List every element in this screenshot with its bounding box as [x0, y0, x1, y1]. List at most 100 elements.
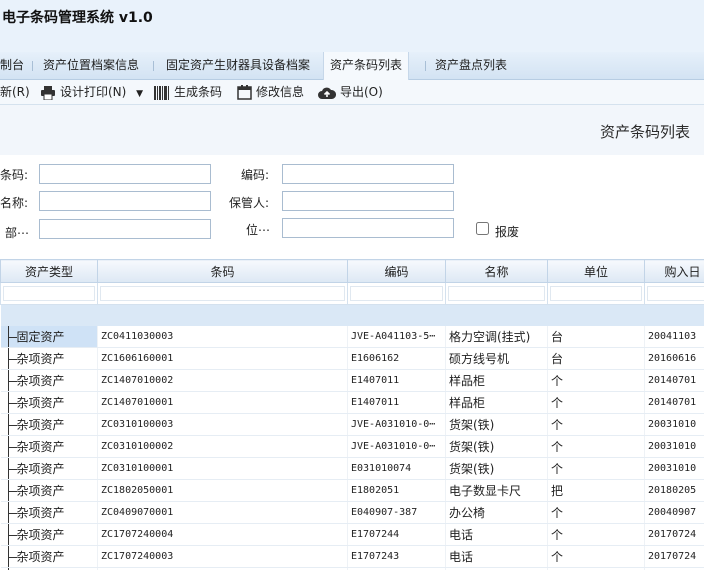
toolbar: 新(R) 设计打印(N) ▼ 生成条码 修改信息 导出(O) — [0, 80, 704, 105]
cell-unit: 个 — [547, 435, 645, 458]
table-row[interactable]: 杂项资产 ZC0310100002 JVE-A031010-0⋯ 货架(铁) 个 2003… — [0, 435, 704, 458]
cell-code: JVE-A031010-0⋯ — [347, 413, 446, 436]
cell-type: 杂项资产 — [0, 369, 98, 392]
cell-type: 杂项资产 — [0, 523, 98, 546]
col-purchase-date[interactable]: 购入日 — [644, 259, 704, 283]
generate-barcode-label: 生成条码 — [174, 85, 223, 99]
generate-barcode-button[interactable]: 生成条码 — [154, 80, 222, 104]
tab-dashboard[interactable]: 制台 — [0, 52, 24, 79]
tab-asset-location[interactable]: 资产位置档案信息 — [43, 52, 139, 79]
table-row[interactable]: 杂项资产 ZC1707240003 E1707243 电话个 20170724 — [0, 545, 704, 568]
cell-name: 电子数显卡尺 — [445, 479, 548, 502]
table-row[interactable]: 杂项资产 ZC1606160001 E1606162 硕方线号机台 20160616 — [0, 347, 704, 370]
cell-code: E1407011 — [347, 369, 446, 392]
tab-asset-barcode-list[interactable]: 资产条码列表 — [323, 52, 410, 80]
filter-cell[interactable] — [644, 282, 704, 305]
table-row[interactable]: 固定资产 ZC0411030003 JVE-A041103-5⋯ 格力空调(挂式) 台 2… — [0, 326, 704, 348]
cell-code: E1407011 — [347, 391, 446, 414]
name-input[interactable] — [39, 191, 211, 211]
cell-unit: 把 — [547, 479, 645, 502]
design-print-button[interactable]: 设计打印(N) ▼ — [40, 80, 143, 104]
filter-cell[interactable] — [0, 282, 98, 305]
table-row[interactable]: 杂项资产 ZC0310100001 E031010074 货架(铁) 个 20031010 — [0, 457, 704, 480]
code-input[interactable] — [282, 164, 454, 184]
cell-code: E1707243 — [347, 545, 446, 568]
group-spacer-row — [0, 304, 704, 326]
cell-type: 杂项资产 — [0, 413, 98, 436]
table-row[interactable]: 杂项资产 ZC0409070001 E040907-387 办公椅个 20040907 — [0, 501, 704, 524]
barcode-label: 条码: — [0, 168, 29, 182]
table-row[interactable]: 杂项资产 ZC1802050001 E1802051 电子数显卡尺把 20180205 — [0, 479, 704, 502]
cell-unit: 个 — [547, 501, 645, 524]
col-name[interactable]: 名称 — [445, 259, 548, 283]
cell-barcode: ZC0411030003 — [97, 326, 348, 348]
asset-table: 资产类型 条码 编码 名称 单位 购入日 固定资产 ZC0411030003 JVE… — [0, 259, 704, 570]
refresh-label: 新(R) — [0, 85, 30, 99]
page-title: 资产条码列表 — [599, 123, 690, 141]
cloud-upload-icon — [318, 87, 336, 99]
cell-barcode: ZC0310100002 — [97, 435, 348, 458]
cell-date: 20031010 — [644, 413, 704, 436]
cell-name: 货架(铁) — [445, 435, 548, 458]
tab-separator — [425, 61, 428, 71]
barcode-input[interactable] — [39, 164, 211, 184]
tab-asset-inventory-list[interactable]: 资产盘点列表 — [435, 52, 507, 79]
tab-fixed-asset-archive[interactable]: 固定资产生财器具设备档案 — [166, 52, 310, 79]
printer-icon — [41, 85, 55, 100]
cell-barcode: ZC1707240004 — [97, 523, 348, 546]
cell-name: 电话 — [445, 545, 548, 568]
refresh-button[interactable]: 新(R) — [0, 80, 30, 104]
cell-unit: 个 — [547, 369, 645, 392]
cell-unit: 个 — [547, 545, 645, 568]
cell-type: 杂项资产 — [0, 545, 98, 568]
cell-unit: 台 — [547, 326, 645, 348]
cell-date: 20180205 — [644, 479, 704, 502]
table-row[interactable]: 杂项资产 ZC1707240004 E1707244 电话个 20170724 — [0, 523, 704, 546]
cell-code: E040907-387 — [347, 501, 446, 524]
scrap-checkbox[interactable] — [476, 222, 489, 235]
table-row[interactable]: 杂项资产 ZC1407010002 E1407011 样品柜个 20140701 — [0, 369, 704, 392]
cell-date: 20160616 — [644, 347, 704, 370]
cell-barcode: ZC1707240003 — [97, 545, 348, 568]
cell-name: 样品柜 — [445, 391, 548, 414]
keeper-input[interactable] — [282, 191, 454, 211]
barcode-icon — [154, 85, 169, 100]
col-unit[interactable]: 单位 — [547, 259, 645, 283]
filter-row — [0, 282, 704, 305]
filter-cell[interactable] — [445, 282, 548, 305]
name-label: 名称: — [0, 196, 29, 210]
cell-barcode: ZC1407010001 — [97, 391, 348, 414]
filter-cell[interactable] — [547, 282, 645, 305]
filter-cell[interactable] — [347, 282, 446, 305]
cell-barcode: ZC0409070001 — [97, 501, 348, 524]
cell-code: E1606162 — [347, 347, 446, 370]
cell-name: 货架(铁) — [445, 457, 548, 480]
export-label: 导出(O) — [340, 85, 383, 99]
department-input[interactable] — [39, 219, 211, 239]
cell-barcode: ZC1802050001 — [97, 479, 348, 502]
cell-type: 杂项资产 — [0, 391, 98, 414]
edit-info-label: 修改信息 — [256, 85, 305, 99]
export-button[interactable]: 导出(O) — [318, 80, 383, 104]
col-barcode[interactable]: 条码 — [97, 259, 348, 283]
cell-name: 办公椅 — [445, 501, 548, 524]
edit-info-button[interactable]: 修改信息 — [237, 80, 304, 104]
cell-type: 杂项资产 — [0, 457, 98, 480]
table-row[interactable]: 杂项资产 ZC0310100003 JVE-A031010-0⋯ 货架(铁) 个 2003… — [0, 413, 704, 436]
table-row[interactable]: 杂项资产 ZC1407010001 E1407011 样品柜个 20140701 — [0, 391, 704, 414]
cell-barcode: ZC0310100003 — [97, 413, 348, 436]
filter-cell[interactable] — [97, 282, 348, 305]
cell-type: 杂项资产 — [0, 501, 98, 524]
col-asset-type[interactable]: 资产类型 — [0, 259, 98, 283]
location-input[interactable] — [282, 218, 454, 238]
cell-name: 硕方线号机 — [445, 347, 548, 370]
cell-code: E1707244 — [347, 523, 446, 546]
col-code[interactable]: 编码 — [347, 259, 446, 283]
tab-bar: 制台 资产位置档案信息 固定资产生财器具设备档案 资产条码列表 资产盘点列表 — [0, 52, 704, 80]
cell-date: 20140701 — [644, 391, 704, 414]
app-title: 电子条码管理系统 v1.0 — [2, 10, 153, 26]
cell-date: 20140701 — [644, 369, 704, 392]
cell-name: 货架(铁) — [445, 413, 548, 436]
department-label: 部⋯ — [5, 226, 30, 240]
tab-separator — [32, 61, 35, 71]
